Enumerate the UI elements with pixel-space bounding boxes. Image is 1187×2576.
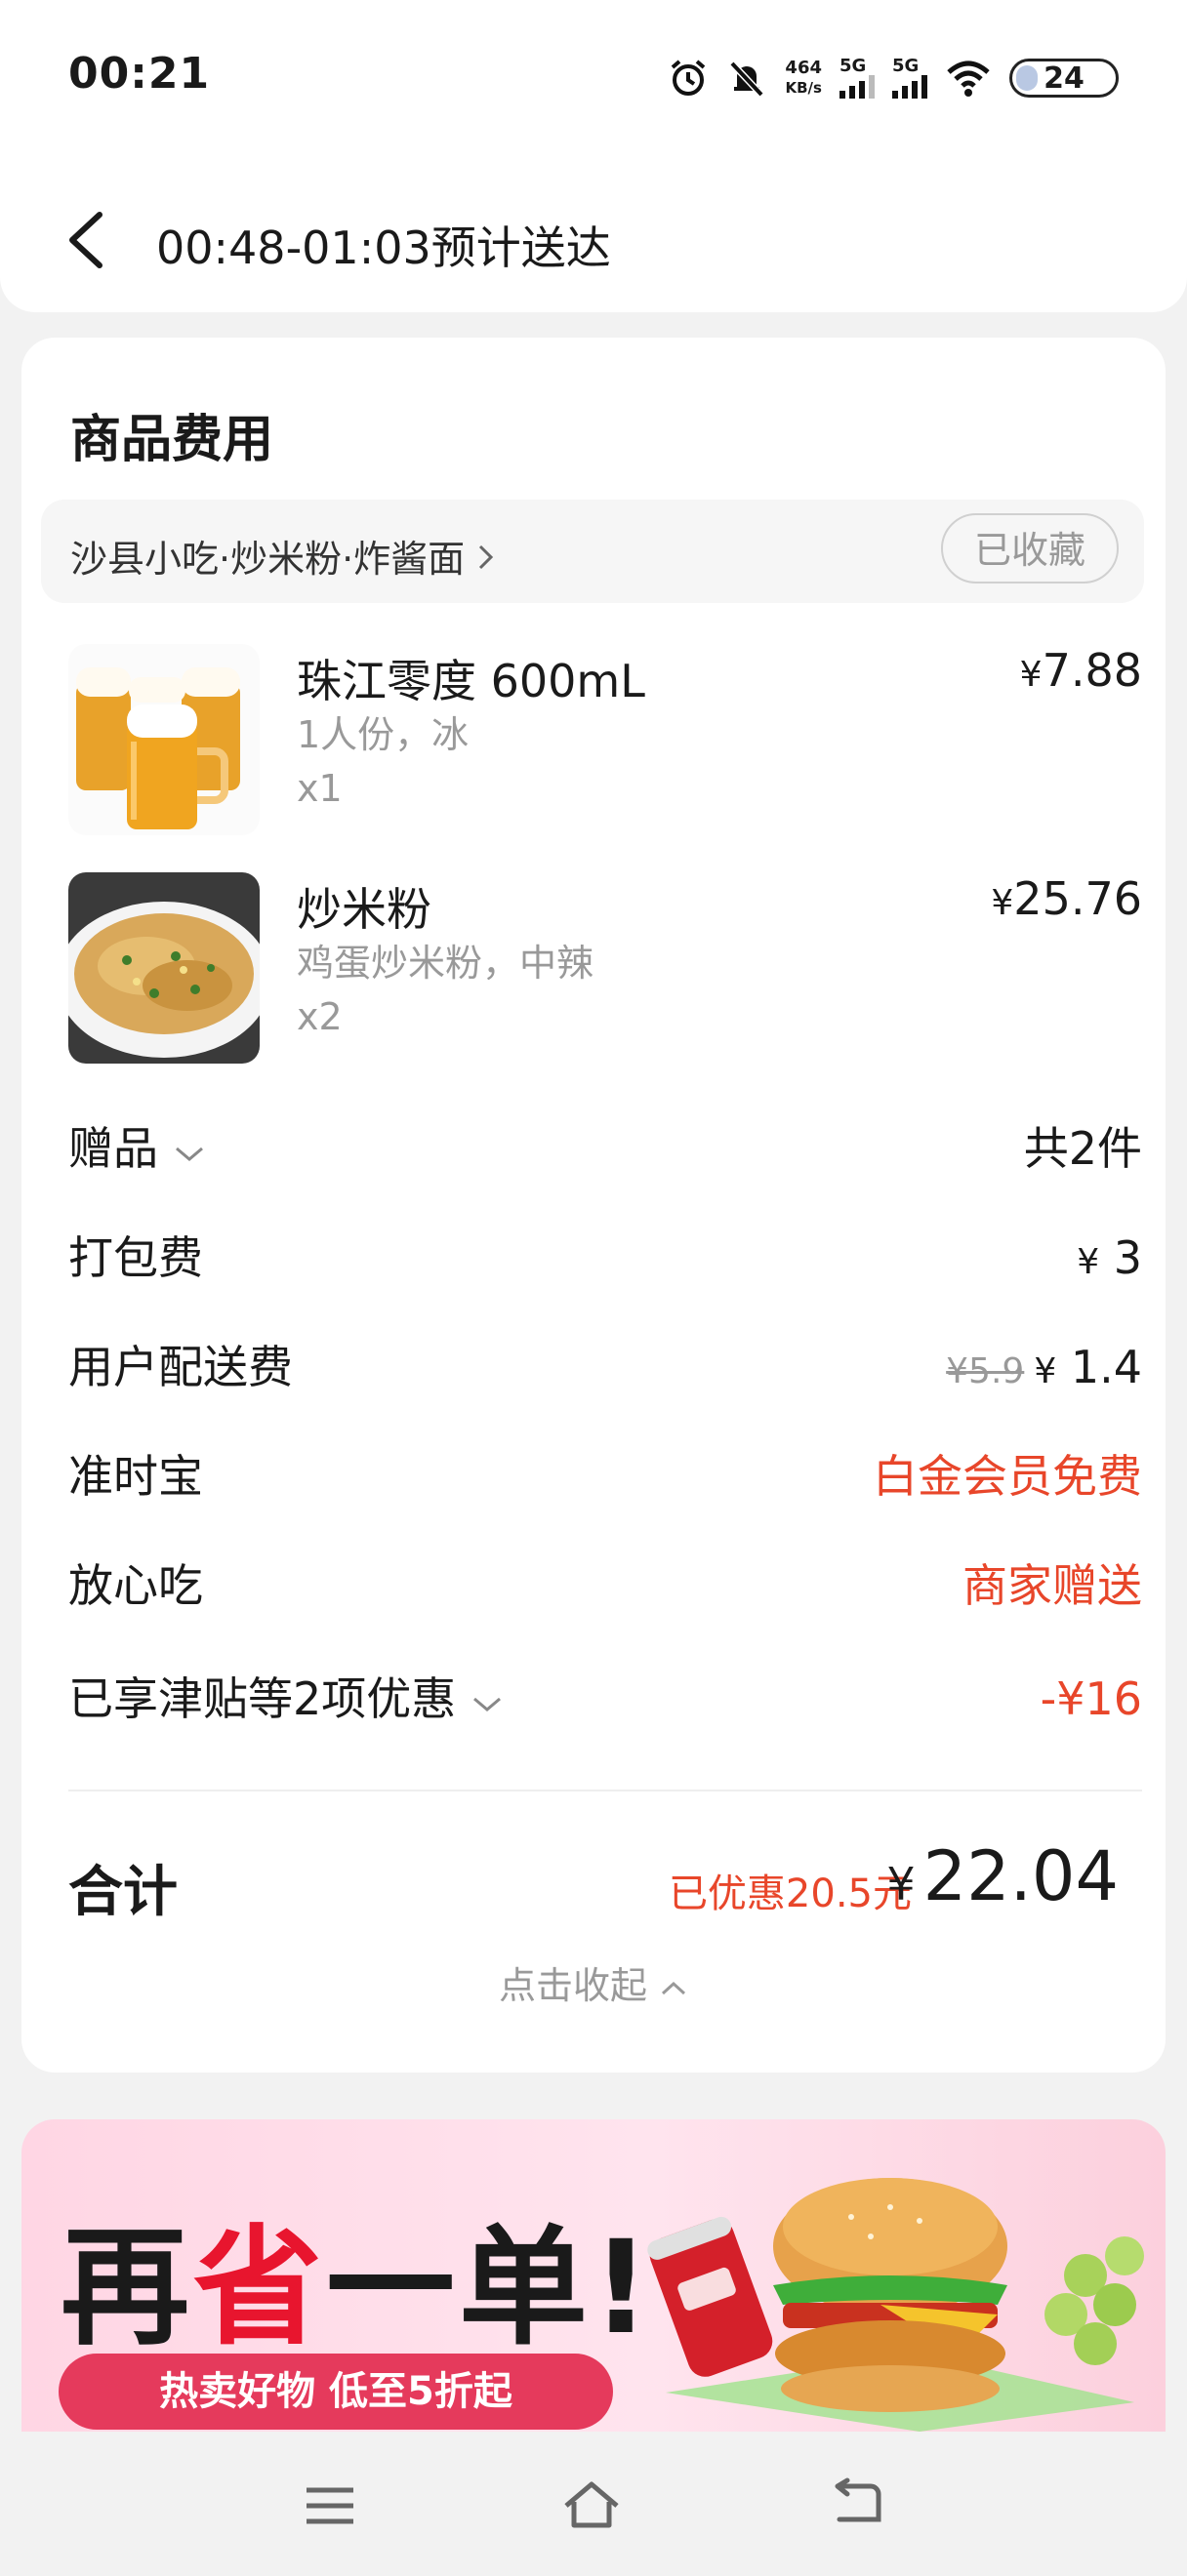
item-quantity: x2 — [297, 995, 343, 1038]
signal-bars-icon — [892, 75, 927, 99]
delivery-fee-label: 用户配送费 — [68, 1341, 293, 1393]
alarm-icon — [672, 60, 706, 96]
item-name: 珠江零度 600mL — [297, 655, 645, 707]
wifi-icon — [947, 60, 990, 97]
promo-banner[interactable]: 再省一单! 热卖好物 低至5折起 — [21, 2119, 1166, 2432]
item-image-noodles — [68, 872, 260, 1064]
packing-fee-value: ¥ 3 — [1077, 1231, 1142, 1284]
banner-subtitle: 热卖好物 低至5折起 — [59, 2354, 613, 2430]
discount-value: -¥16 — [1040, 1672, 1142, 1725]
item-spec: 鸡蛋炒米粉，中辣 — [297, 942, 594, 985]
item-image-beer — [68, 644, 260, 835]
packing-fee-row: 打包费 ¥ 3 — [68, 1224, 1142, 1292]
mute-bell-icon — [729, 60, 764, 98]
status-bar: 00:21 464 KB/s 5G 5G 24 — [0, 0, 1187, 156]
system-nav-bar — [0, 2434, 1187, 2576]
ontime-label: 准时宝 — [68, 1450, 203, 1503]
food-safety-value: 商家赠送 — [962, 1559, 1142, 1612]
status-icons: 464 KB/s 5G 5G 24 — [668, 49, 1119, 107]
menu-icon[interactable] — [301, 2476, 359, 2535]
total-amount: ¥22.04 — [886, 1836, 1119, 1916]
card-title: 商品费用 — [70, 411, 274, 469]
delivery-fee-row: 用户配送费 ¥5.9 ¥ 1.4 — [68, 1333, 1142, 1401]
home-icon[interactable] — [562, 2476, 621, 2535]
shop-bar[interactable]: 沙县小吃·炒米粉·炸酱面 已收藏 — [41, 500, 1144, 603]
saved-amount: 已优惠20.5元 — [668, 1872, 912, 1916]
discount-row[interactable]: 已享津贴等2项优惠 -¥16 — [68, 1665, 1142, 1733]
network-speed: 464 KB/s — [785, 58, 822, 98]
back-arrow-icon[interactable] — [64, 211, 107, 269]
battery-indicator: 24 — [1009, 59, 1119, 98]
sim1-signal: 5G — [839, 58, 875, 99]
ontime-row: 准时宝 白金会员免费 — [68, 1442, 1142, 1510]
gift-value: 共2件 — [1023, 1122, 1142, 1175]
collapse-button[interactable]: 点击收起 — [21, 1955, 1166, 2009]
favorite-button[interactable]: 已收藏 — [940, 513, 1119, 584]
delivery-fee-value: ¥5.9 ¥ 1.4 — [946, 1341, 1142, 1393]
packing-fee-label: 打包费 — [68, 1231, 203, 1284]
item-price: ¥25.76 — [991, 872, 1142, 925]
chevron-up-icon — [662, 1981, 686, 1995]
chevron-right-icon — [479, 544, 494, 570]
chevron-down-icon — [175, 1147, 203, 1161]
signal-bars-icon — [839, 75, 875, 99]
back-nav-icon[interactable] — [826, 2476, 884, 2535]
food-safety-row: 放心吃 商家赠送 — [68, 1551, 1142, 1620]
gift-row[interactable]: 赠品 共2件 — [68, 1114, 1142, 1183]
banner-slogan: 再省一单! — [61, 2213, 655, 2363]
cost-card: 商品费用 沙县小吃·炒米粉·炸酱面 已收藏 珠江零度 600mL 1人份，冰 x… — [21, 338, 1166, 2073]
status-time: 00:21 — [68, 49, 211, 99]
chevron-down-icon — [472, 1697, 501, 1711]
order-item[interactable]: 珠江零度 600mL 1人份，冰 x1 ¥7.88 — [68, 644, 1142, 839]
food-safety-label: 放心吃 — [68, 1559, 203, 1612]
burger-cola-illustration — [647, 2178, 1144, 2432]
divider — [68, 1790, 1142, 1791]
discount-label: 已享津贴等2项优惠 — [68, 1665, 504, 1733]
sim2-signal: 5G — [892, 58, 927, 99]
shop-name-link[interactable]: 沙县小吃·炒米粉·炸酱面 — [70, 529, 496, 583]
item-name: 炒米粉 — [297, 883, 431, 936]
order-item[interactable]: 炒米粉 鸡蛋炒米粉，中辣 x2 ¥25.76 — [68, 872, 1142, 1067]
item-spec: 1人份，冰 — [297, 713, 470, 756]
delivery-original-price: ¥5.9 — [946, 1351, 1025, 1391]
item-price: ¥7.88 — [1019, 644, 1142, 697]
page-title: 00:48-01:03预计送达 — [156, 221, 611, 274]
ontime-value: 白金会员免费 — [873, 1450, 1142, 1503]
total-label: 合计 — [68, 1861, 178, 1924]
gift-label: 赠品 — [68, 1114, 206, 1183]
item-quantity: x1 — [297, 767, 343, 810]
